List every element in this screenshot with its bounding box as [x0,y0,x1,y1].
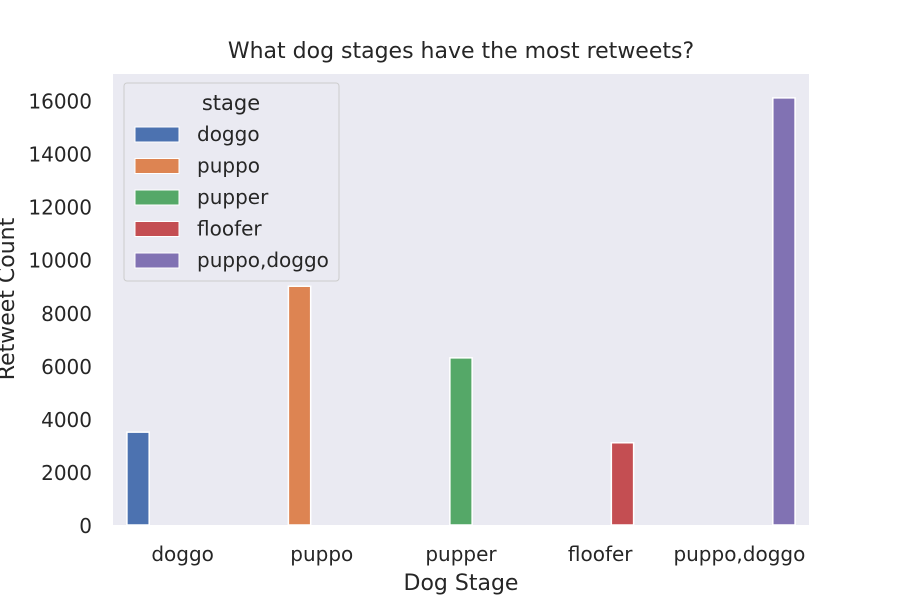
y-tick-label: 6000 [41,355,92,379]
legend-label: doggo [197,122,260,146]
y-tick-label: 16000 [28,90,92,114]
legend-swatch [134,189,180,206]
legend-swatch [134,158,180,174]
legend-swatch [134,126,180,143]
y-tick-label: 0 [79,514,92,538]
x-axis-ticks: doggo puppo pupper floofer puppo,doggo [151,542,805,566]
legend-label: pupper [197,185,269,209]
y-tick-label: 8000 [41,302,92,326]
legend-swatch [134,252,180,269]
bar-doggo [126,431,150,526]
x-tick-label: doggo [151,542,214,566]
y-tick-label: 2000 [41,461,92,485]
bar-pupper [449,357,473,526]
y-tick-label: 14000 [28,143,92,167]
x-tick-label: floofer [568,542,633,566]
bar-floofer [610,442,635,526]
x-tick-label: puppo,doggo [673,542,805,566]
x-axis-label: Dog Stage [404,571,519,596]
legend-label: puppo [197,154,260,178]
bar-puppo-doggo [772,97,796,526]
x-tick-label: puppo [290,542,353,566]
bar-chart: What dog stages have the most retweets? … [0,39,809,596]
legend-title: stage [202,91,260,115]
legend-swatch [134,221,180,237]
bar-puppo [287,285,312,526]
y-tick-label: 10000 [28,249,92,273]
legend-label: floofer [197,217,262,241]
chart-title: What dog stages have the most retweets? [228,39,694,64]
legend: stage doggo puppo pupper floofer puppo,doggo [123,82,340,282]
x-tick-label: pupper [425,542,497,566]
y-tick-label: 12000 [28,196,92,220]
y-axis-label: Retweet Count [0,217,20,380]
y-tick-label: 4000 [41,408,92,432]
y-axis-ticks: 0 2000 4000 6000 8000 10000 12000 14000 16000 [28,90,92,538]
legend-label: puppo,doggo [197,248,329,272]
